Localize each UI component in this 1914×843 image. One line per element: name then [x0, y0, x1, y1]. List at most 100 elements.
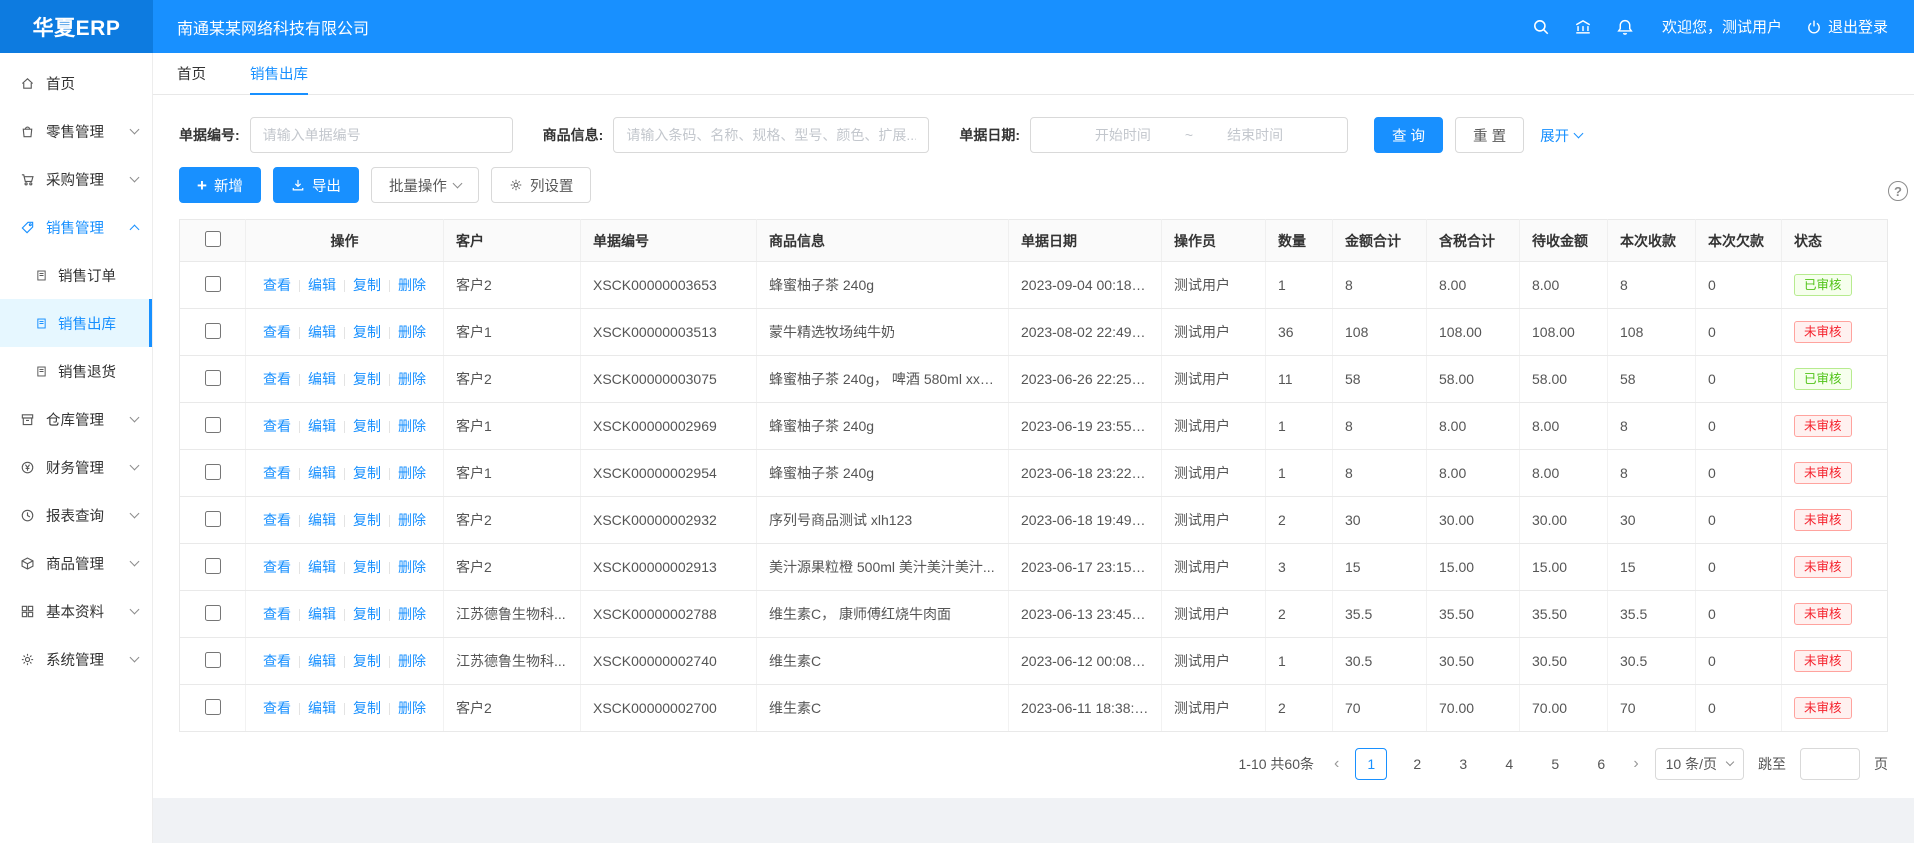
prev-page-button[interactable]: ‹	[1332, 755, 1341, 773]
sidebar-item-sales-return[interactable]: 销售退货	[0, 347, 152, 395]
copy-link[interactable]: 复制	[353, 512, 381, 528]
sidebar-item-home[interactable]: 首页	[0, 59, 152, 107]
delete-link[interactable]: 删除	[398, 512, 426, 528]
tab-home[interactable]: 首页	[177, 53, 206, 94]
sidebar-item-goods[interactable]: 商品管理	[0, 539, 152, 587]
sidebar-item-report[interactable]: 报表查询	[0, 491, 152, 539]
delete-link[interactable]: 删除	[398, 606, 426, 622]
logout-button[interactable]: 退出登录	[1806, 16, 1888, 37]
row-checkbox[interactable]	[205, 464, 221, 480]
edit-link[interactable]: 编辑	[308, 653, 336, 669]
row-checkbox[interactable]	[205, 370, 221, 386]
action-divider	[389, 280, 390, 292]
edit-link[interactable]: 编辑	[308, 277, 336, 293]
copy-link[interactable]: 复制	[353, 559, 381, 575]
delete-link[interactable]: 删除	[398, 371, 426, 387]
date-end-input[interactable]	[1199, 127, 1311, 143]
copy-link[interactable]: 复制	[353, 277, 381, 293]
app-logo[interactable]: 华夏ERP	[0, 0, 153, 53]
row-checkbox[interactable]	[205, 558, 221, 574]
row-checkbox[interactable]	[205, 511, 221, 527]
product-info-input[interactable]	[613, 117, 929, 153]
platform-icon[interactable]	[1574, 18, 1592, 36]
copy-link[interactable]: 复制	[353, 465, 381, 481]
view-link[interactable]: 查看	[263, 465, 291, 481]
sidebar-item-sales[interactable]: 销售管理	[0, 203, 152, 251]
page-button-4[interactable]: 4	[1493, 748, 1525, 780]
delete-link[interactable]: 删除	[398, 465, 426, 481]
view-link[interactable]: 查看	[263, 418, 291, 434]
edit-link[interactable]: 编辑	[308, 371, 336, 387]
copy-link[interactable]: 复制	[353, 606, 381, 622]
tab-sales-outbound[interactable]: 销售出库	[250, 53, 308, 94]
amount-cell: 8	[1333, 262, 1427, 309]
sidebar-item-retail[interactable]: 零售管理	[0, 107, 152, 155]
page-button-1[interactable]: 1	[1355, 748, 1387, 780]
view-link[interactable]: 查看	[263, 324, 291, 340]
view-link[interactable]: 查看	[263, 606, 291, 622]
edit-link[interactable]: 编辑	[308, 324, 336, 340]
select-all-checkbox[interactable]	[205, 231, 221, 247]
bell-icon[interactable]	[1616, 18, 1634, 36]
delete-link[interactable]: 删除	[398, 324, 426, 340]
date-range-picker[interactable]: ~	[1030, 117, 1348, 153]
view-link[interactable]: 查看	[263, 559, 291, 575]
view-link[interactable]: 查看	[263, 700, 291, 716]
edit-link[interactable]: 编辑	[308, 559, 336, 575]
row-checkbox[interactable]	[205, 699, 221, 715]
help-icon[interactable]: ?	[1888, 181, 1908, 201]
page-size-select[interactable]: 10 条/页	[1655, 748, 1744, 780]
view-link[interactable]: 查看	[263, 371, 291, 387]
copy-link[interactable]: 复制	[353, 700, 381, 716]
date-start-input[interactable]	[1067, 127, 1179, 143]
edit-link[interactable]: 编辑	[308, 512, 336, 528]
view-link[interactable]: 查看	[263, 277, 291, 293]
page-button-2[interactable]: 2	[1401, 748, 1433, 780]
edit-link[interactable]: 编辑	[308, 418, 336, 434]
bill-no-input[interactable]	[250, 117, 513, 153]
jump-page-input[interactable]	[1800, 748, 1860, 780]
row-checkbox[interactable]	[205, 417, 221, 433]
sidebar-item-finance[interactable]: 财务管理	[0, 443, 152, 491]
batch-actions-button[interactable]: 批量操作	[371, 167, 479, 203]
row-checkbox[interactable]	[205, 276, 221, 292]
reset-button[interactable]: 重 置	[1455, 117, 1524, 153]
view-link[interactable]: 查看	[263, 653, 291, 669]
row-checkbox[interactable]	[205, 605, 221, 621]
row-checkbox[interactable]	[205, 323, 221, 339]
next-page-button[interactable]: ›	[1631, 755, 1640, 773]
expand-link[interactable]: 展开	[1540, 125, 1582, 146]
page-button-6[interactable]: 6	[1585, 748, 1617, 780]
sidebar-item-warehouse[interactable]: 仓库管理	[0, 395, 152, 443]
copy-link[interactable]: 复制	[353, 418, 381, 434]
sidebar-item-system[interactable]: 系统管理	[0, 635, 152, 683]
search-icon[interactable]	[1532, 18, 1550, 36]
row-checkbox[interactable]	[205, 652, 221, 668]
delete-link[interactable]: 删除	[398, 653, 426, 669]
edit-link[interactable]: 编辑	[308, 700, 336, 716]
copy-link[interactable]: 复制	[353, 371, 381, 387]
delete-link[interactable]: 删除	[398, 559, 426, 575]
sidebar-item-sales-order[interactable]: 销售订单	[0, 251, 152, 299]
date-separator: ~	[1185, 127, 1193, 143]
page-button-5[interactable]: 5	[1539, 748, 1571, 780]
copy-link[interactable]: 复制	[353, 324, 381, 340]
search-button[interactable]: 查 询	[1374, 117, 1443, 153]
page-button-3[interactable]: 3	[1447, 748, 1479, 780]
export-button[interactable]: 导出	[273, 167, 359, 203]
view-link[interactable]: 查看	[263, 512, 291, 528]
copy-link[interactable]: 复制	[353, 653, 381, 669]
sidebar-item-basic-data[interactable]: 基本资料	[0, 587, 152, 635]
delete-link[interactable]: 删除	[398, 277, 426, 293]
product-cell: 维生素C	[757, 638, 1009, 685]
column-settings-button[interactable]: 列设置	[491, 167, 592, 203]
sidebar-item-purchase[interactable]: 采购管理	[0, 155, 152, 203]
finance-coin-icon	[18, 460, 37, 475]
add-button[interactable]: + 新增	[179, 167, 261, 203]
edit-link[interactable]: 编辑	[308, 606, 336, 622]
delete-link[interactable]: 删除	[398, 418, 426, 434]
delete-link[interactable]: 删除	[398, 700, 426, 716]
action-divider	[389, 562, 390, 574]
edit-link[interactable]: 编辑	[308, 465, 336, 481]
sidebar-item-sales-outbound[interactable]: 销售出库	[0, 299, 152, 347]
